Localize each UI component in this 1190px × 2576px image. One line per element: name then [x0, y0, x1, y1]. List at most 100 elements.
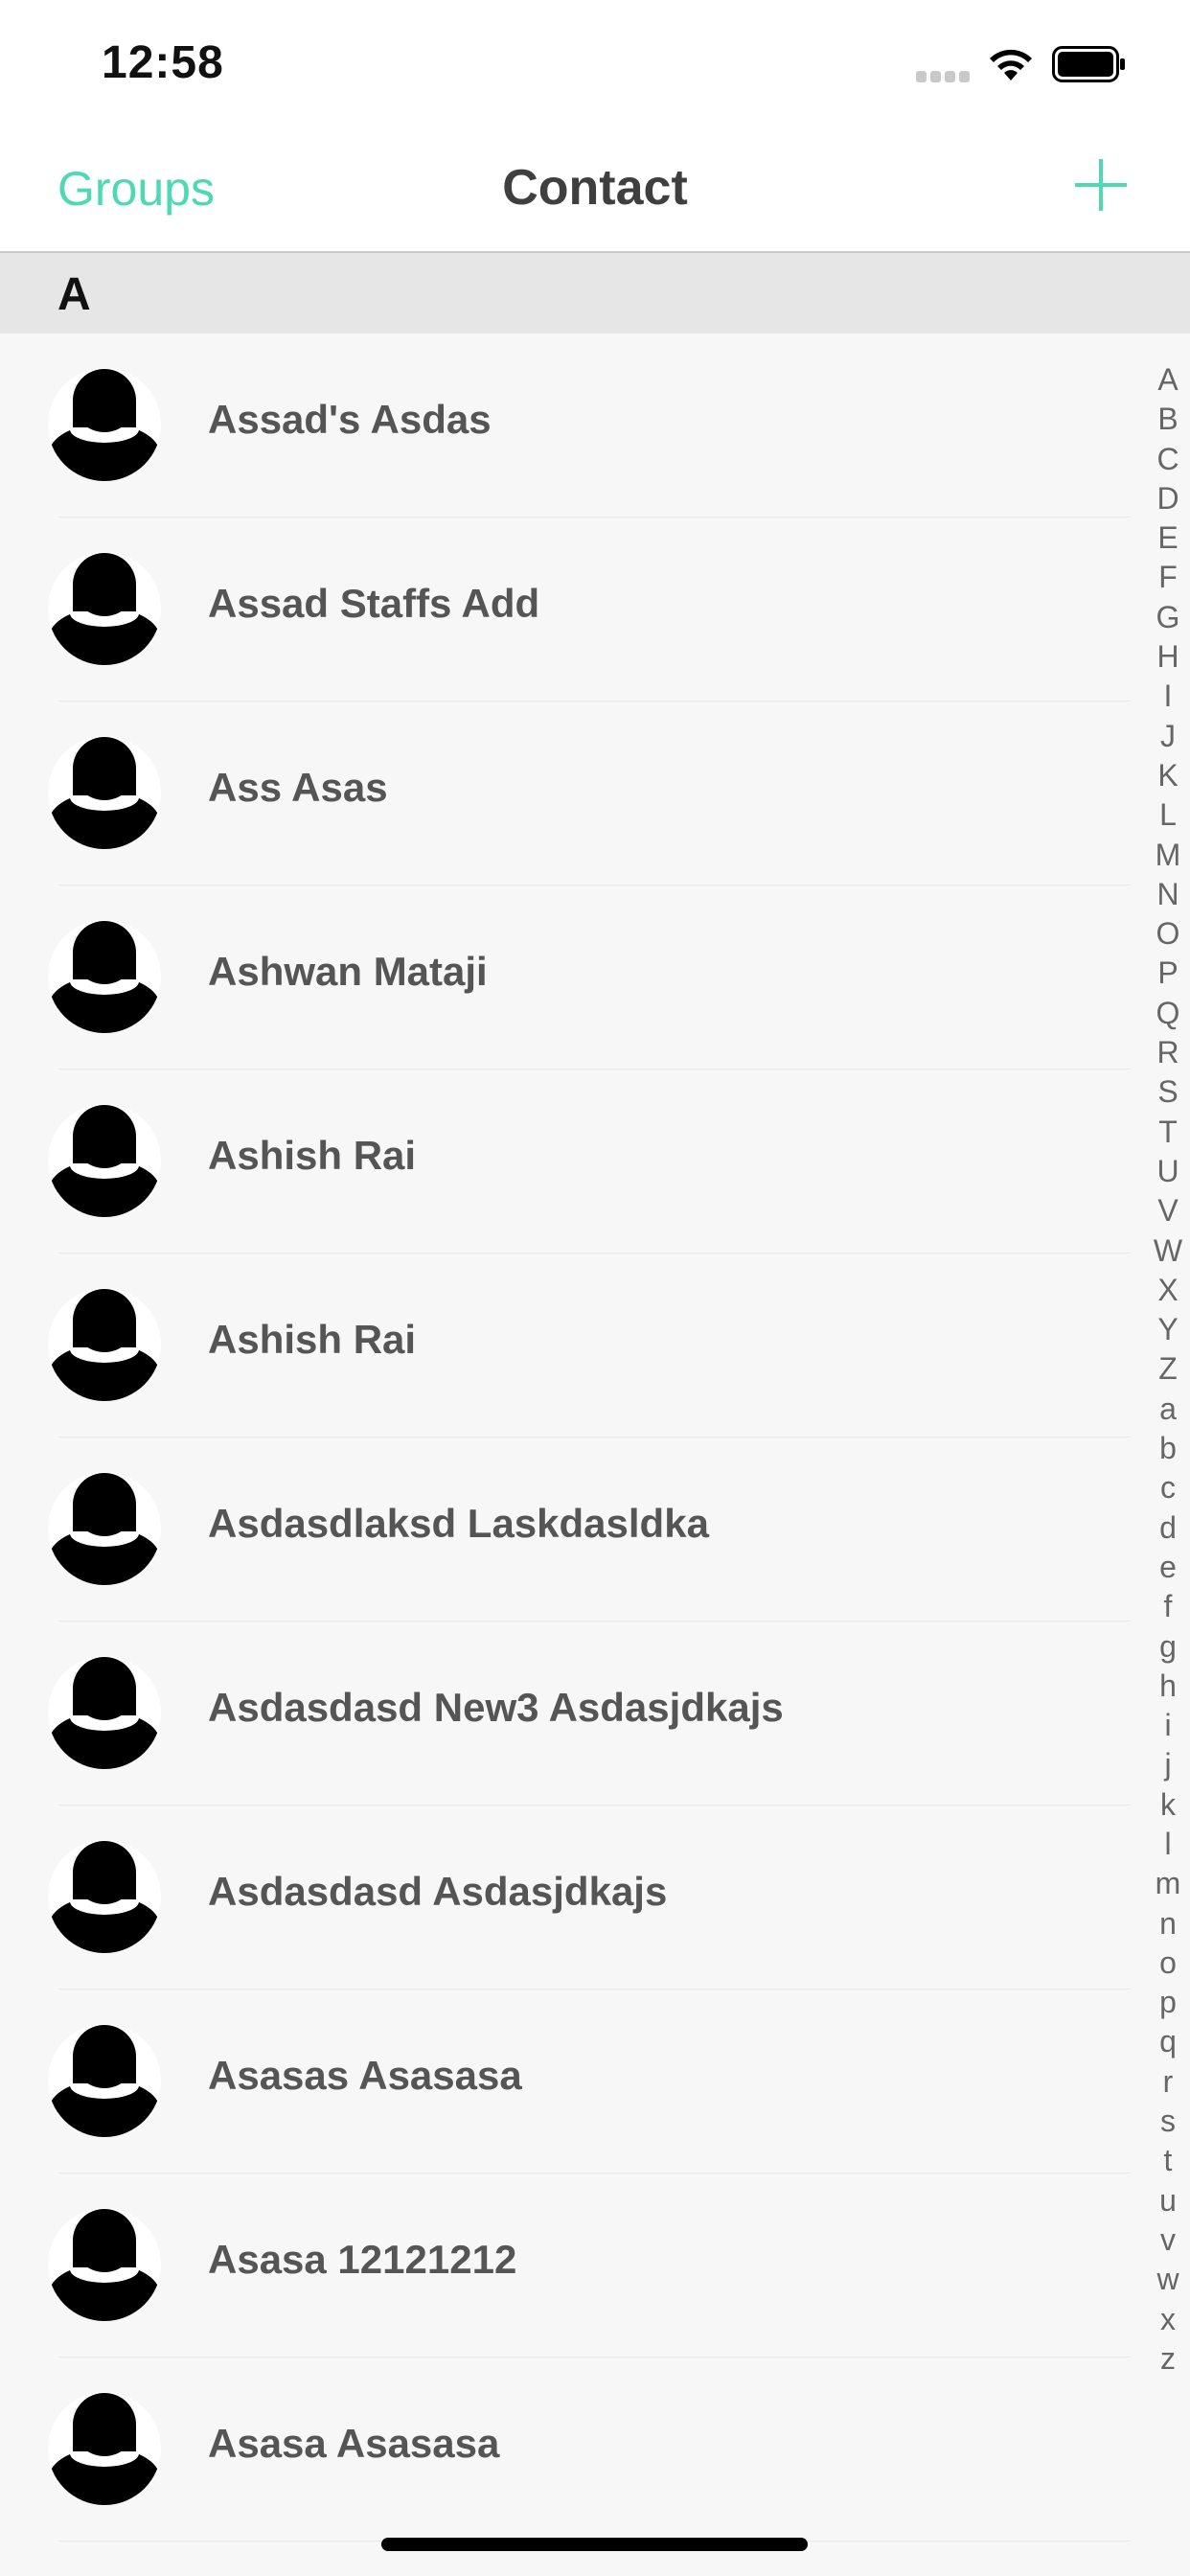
wifi-icon [987, 44, 1035, 82]
index-letter[interactable]: o [1159, 1944, 1177, 1983]
battery-icon [1052, 46, 1127, 82]
index-letter[interactable]: C [1156, 440, 1179, 479]
index-letter[interactable]: T [1158, 1113, 1178, 1152]
avatar-icon [48, 368, 161, 481]
index-letter[interactable]: P [1157, 954, 1178, 993]
contact-row[interactable]: Asdasdasd Asdasjdkajs [0, 1806, 1190, 1990]
contact-name: Asdasdlaksd Laskdasldka [208, 1501, 709, 1546]
index-letter[interactable]: q [1159, 2022, 1177, 2061]
index-letter[interactable]: h [1159, 1667, 1177, 1706]
index-letter[interactable]: d [1159, 1508, 1177, 1548]
avatar-icon [48, 920, 161, 1033]
index-letter[interactable]: v [1160, 2220, 1176, 2260]
add-contact-button[interactable] [1071, 155, 1131, 215]
index-letter[interactable]: t [1164, 2141, 1173, 2180]
index-letter[interactable]: s [1160, 2102, 1176, 2141]
index-letter[interactable]: l [1164, 1825, 1171, 1864]
avatar-icon [48, 1656, 161, 1769]
avatar-icon [48, 2208, 161, 2321]
section-header: A [0, 253, 1190, 334]
contact-row[interactable]: Asasa 12121212 [0, 2174, 1190, 2358]
contact-name: Ass Asas [208, 765, 388, 810]
avatar-icon [48, 1472, 161, 1585]
index-letter[interactable]: R [1156, 1033, 1179, 1072]
index-letter[interactable]: Y [1157, 1310, 1178, 1349]
index-letter[interactable]: V [1157, 1191, 1178, 1230]
index-letter[interactable]: F [1158, 558, 1178, 597]
contact-name: Asdasdasd New3 Asdasjdkajs [208, 1685, 784, 1730]
index-letter[interactable]: D [1156, 479, 1179, 518]
index-letter[interactable]: B [1157, 400, 1178, 439]
contact-row[interactable]: Asdasdasd New3 Asdasjdkajs [0, 1622, 1190, 1806]
index-letter[interactable]: K [1157, 756, 1178, 795]
contact-name: Asasas Asasasa [208, 2053, 522, 2098]
contact-name: Assad's Asdas [208, 397, 492, 442]
index-letter[interactable]: A [1157, 360, 1178, 400]
index-letter[interactable]: k [1160, 1785, 1176, 1825]
index-letter[interactable]: z [1160, 2339, 1176, 2379]
index-letter[interactable]: Q [1156, 994, 1180, 1033]
contact-row[interactable]: Asasa Asasasa [0, 2358, 1190, 2542]
contact-row[interactable]: Ashwan Mataji [0, 886, 1190, 1070]
contact-name: Ashish Rai [208, 1133, 417, 1178]
avatar-icon [48, 2392, 161, 2505]
alphabet-index[interactable]: ABCDEFGHIJKLMNOPQRSTUVWXYZabcdefghijklmn… [1148, 360, 1188, 2379]
index-letter[interactable]: a [1159, 1390, 1177, 1429]
contact-name: Assad Staffs Add [208, 581, 540, 626]
avatar-icon [48, 1104, 161, 1217]
index-letter[interactable]: b [1159, 1429, 1177, 1468]
index-letter[interactable]: O [1156, 914, 1180, 954]
index-letter[interactable]: c [1160, 1468, 1176, 1507]
contact-row[interactable]: Assad Staffs Add [0, 518, 1190, 702]
index-letter[interactable]: m [1156, 1864, 1181, 1903]
index-letter[interactable]: r [1163, 2062, 1174, 2102]
avatar-icon [48, 2024, 161, 2137]
section-letter: A [57, 269, 91, 320]
index-letter[interactable]: w [1156, 2260, 1179, 2299]
avatar-icon [48, 552, 161, 665]
index-letter[interactable]: j [1164, 1745, 1171, 1784]
index-letter[interactable]: x [1160, 2300, 1176, 2339]
contact-name: Asasa 12121212 [208, 2237, 517, 2282]
index-letter[interactable]: X [1157, 1271, 1178, 1310]
index-letter[interactable]: L [1159, 795, 1177, 835]
index-letter[interactable]: E [1157, 518, 1178, 558]
contact-name: Ashwan Mataji [208, 949, 488, 994]
index-letter[interactable]: u [1159, 2181, 1177, 2220]
contact-row[interactable]: Ashish Rai [0, 1254, 1190, 1438]
status-bar: 12:58 [0, 0, 1190, 126]
page-title: Contact [502, 160, 688, 216]
cellular-signal-icon [916, 71, 972, 84]
contact-name: Asdasdasd Asdasjdkajs [208, 1869, 668, 1914]
index-letter[interactable]: N [1156, 875, 1179, 914]
avatar-icon [48, 1840, 161, 1953]
index-letter[interactable]: n [1159, 1904, 1177, 1944]
index-letter[interactable]: g [1159, 1627, 1177, 1667]
index-letter[interactable]: i [1164, 1706, 1171, 1745]
contact-row[interactable]: Ashish Rai [0, 1070, 1190, 1254]
home-indicator [381, 2538, 808, 2551]
index-letter[interactable]: G [1156, 598, 1180, 637]
contact-row[interactable]: Ass Asas [0, 702, 1190, 886]
index-letter[interactable]: e [1159, 1548, 1177, 1587]
index-letter[interactable]: S [1157, 1072, 1178, 1112]
contact-name: Ashish Rai [208, 1317, 417, 1362]
index-letter[interactable]: U [1156, 1152, 1179, 1191]
navigation-bar: Groups Contact [0, 126, 1190, 253]
index-letter[interactable]: W [1154, 1231, 1182, 1271]
index-letter[interactable]: f [1164, 1587, 1173, 1626]
status-time: 12:58 [102, 37, 224, 88]
contact-row[interactable]: Asasas Asasasa [0, 1990, 1190, 2174]
index-letter[interactable]: p [1159, 1983, 1177, 2022]
index-letter[interactable]: M [1156, 836, 1181, 875]
contact-row[interactable]: Assad's Asdas [0, 334, 1190, 518]
contact-row[interactable]: Asdasdlaksd Laskdasldka [0, 1438, 1190, 1622]
index-letter[interactable]: Z [1158, 1349, 1178, 1389]
contact-name: Asasa Asasasa [208, 2421, 500, 2466]
plus-icon [1075, 159, 1127, 211]
index-letter[interactable]: I [1164, 677, 1173, 716]
index-letter[interactable]: H [1156, 637, 1179, 677]
contact-list: Assad's Asdas Assad Staffs Add Ass Asas Ash… [0, 334, 1190, 2542]
index-letter[interactable]: J [1160, 717, 1176, 756]
avatar-icon [48, 1288, 161, 1401]
